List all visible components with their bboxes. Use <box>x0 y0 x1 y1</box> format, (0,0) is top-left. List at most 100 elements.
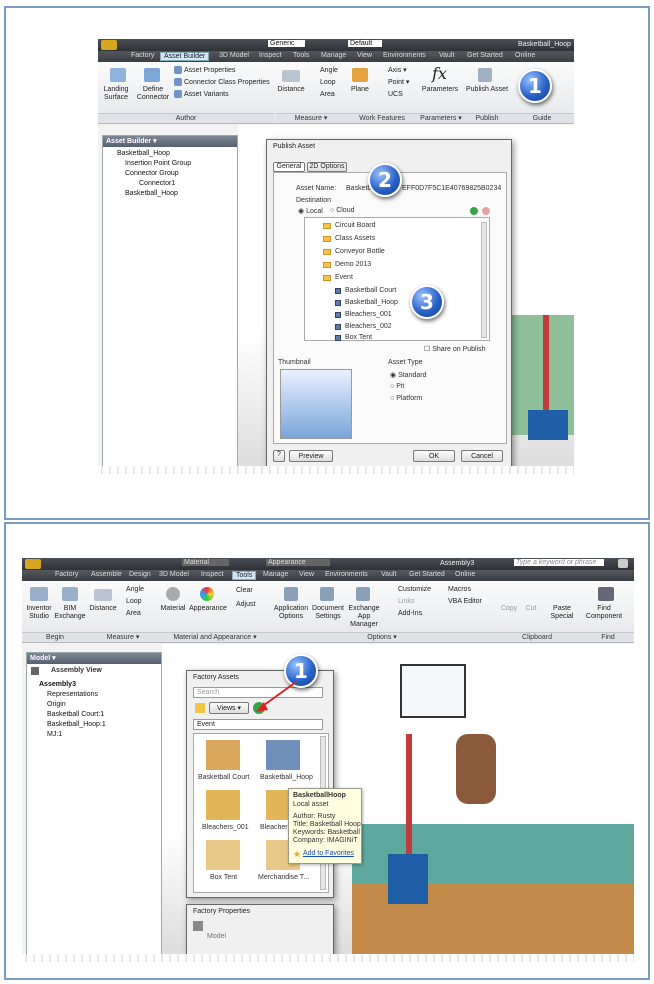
tab-tools[interactable]: Tools <box>290 52 312 59</box>
tab-3d-model[interactable]: 3D Model <box>156 571 192 578</box>
binoculars-icon[interactable] <box>618 559 628 568</box>
point-button[interactable]: Point ▾ <box>388 79 409 87</box>
adjust-button[interactable]: Adjust <box>236 601 255 609</box>
area-button[interactable]: Area <box>126 610 141 618</box>
folder-circuit-board[interactable]: Circuit Board <box>335 222 375 229</box>
plane-button[interactable]: Plane <box>346 86 374 94</box>
tab-2d-options[interactable]: 2D Options <box>307 162 347 172</box>
asset-variants-button[interactable]: Asset Variants <box>184 91 229 99</box>
folder-toolbar-icon[interactable] <box>195 703 205 713</box>
appearance-dropdown[interactable]: Appearance <box>266 559 330 566</box>
distance-button[interactable]: Distance <box>88 605 118 613</box>
tab-assemble[interactable]: Assemble <box>88 571 125 578</box>
asset-bleachers-002[interactable]: Bleachers_002 <box>345 323 392 330</box>
properties-model-tab[interactable]: Model <box>207 933 226 940</box>
area-button[interactable]: Area <box>320 91 335 99</box>
material-button[interactable]: Material <box>158 605 188 613</box>
tab-environments[interactable]: Environments <box>380 52 429 59</box>
asset-properties-button[interactable]: Asset Properties <box>184 67 235 75</box>
preset-dropdown-2[interactable]: Default <box>348 40 383 47</box>
connector-class-properties-button[interactable]: Connector Class Properties <box>184 79 270 87</box>
add-to-favorites-link[interactable]: Add to Favorites <box>303 850 354 857</box>
preset-dropdown-1[interactable]: Generic <box>268 40 305 47</box>
inventor-studio-button[interactable]: Inventor Studio <box>22 605 56 621</box>
vba-editor-button[interactable]: VBA Editor <box>448 598 482 606</box>
clear-button[interactable]: Clear <box>236 587 253 595</box>
tree-item-connector1[interactable]: Connector1 <box>139 180 175 187</box>
tab-design[interactable]: Design <box>126 571 154 578</box>
tree-item-representations[interactable]: Representations <box>47 691 98 698</box>
material-dropdown[interactable]: Material <box>182 559 229 566</box>
loop-button[interactable]: Loop <box>320 79 336 87</box>
appearance-button[interactable]: Appearance <box>188 605 228 613</box>
paste-special-button[interactable]: Paste Special <box>548 605 576 621</box>
angle-button[interactable]: Angle <box>126 586 144 594</box>
tab-vault[interactable]: Vault <box>436 52 457 59</box>
cloud-radio[interactable]: ○ Cloud <box>330 207 354 214</box>
asset-thumb-bleachers-001[interactable] <box>206 790 240 820</box>
tab-3d-model[interactable]: 3D Model <box>216 52 252 59</box>
keyword-search-input[interactable]: Type a keyword or phrase <box>514 559 605 566</box>
asset-type-standard-radio[interactable]: ◉ Standard <box>390 371 426 379</box>
tab-vault[interactable]: Vault <box>378 571 399 578</box>
define-connector-button[interactable]: Define Connector <box>134 86 172 102</box>
asset-box-tent[interactable]: Box Tent <box>345 334 372 341</box>
category-dropdown[interactable]: Event <box>193 719 323 730</box>
distance-button[interactable]: Distance <box>276 86 306 94</box>
tab-inspect[interactable]: Inspect <box>198 571 227 578</box>
copy-button[interactable]: Copy <box>500 605 518 613</box>
macros-button[interactable]: Macros <box>448 586 471 594</box>
application-options-button[interactable]: Application Options <box>272 605 310 621</box>
tree-item-basketball-hoop[interactable]: Basketball_Hoop <box>125 190 178 197</box>
tree-item-origin[interactable]: Origin <box>47 701 66 708</box>
cancel-button[interactable]: Cancel <box>461 450 503 462</box>
tab-manage[interactable]: Manage <box>318 52 349 59</box>
folder-class-assets[interactable]: Class Assets <box>335 235 375 242</box>
assembly-view-dropdown[interactable]: Assembly View <box>51 667 102 674</box>
parameters-button[interactable]: Parameters <box>418 86 462 94</box>
help-icon[interactable]: ? <box>273 450 285 462</box>
publish-asset-button[interactable]: Publish Asset <box>464 86 510 94</box>
asset-name-value[interactable]: Basketb <box>346 185 371 192</box>
axis-button[interactable]: Axis ▾ <box>388 67 407 75</box>
add-ins-button[interactable]: Add-Ins <box>398 610 422 618</box>
properties-grid-icon[interactable] <box>193 921 203 931</box>
share-on-publish-checkbox[interactable]: ☐ Share on Publish <box>424 345 486 353</box>
document-settings-button[interactable]: Document Settings <box>310 605 346 621</box>
filter-icon[interactable] <box>31 667 39 675</box>
asset-thumb-basketball-court[interactable] <box>206 740 240 770</box>
asset-type-pit-radio[interactable]: ○ Pit <box>390 383 404 390</box>
tab-get-started[interactable]: Get Started <box>464 52 506 59</box>
loop-button[interactable]: Loop <box>126 598 142 606</box>
landing-surface-button[interactable]: Landing Surface <box>100 86 132 102</box>
asset-thumb-basketball-hoop[interactable] <box>266 740 300 770</box>
bim-exchange-button[interactable]: BIM Exchange <box>54 605 86 621</box>
preview-button[interactable]: Preview <box>289 450 333 462</box>
links-button[interactable]: Links <box>398 598 414 606</box>
tab-environments[interactable]: Environments <box>322 571 371 578</box>
tab-factory[interactable]: Factory <box>128 52 157 59</box>
asset-bleachers-001[interactable]: Bleachers_001 <box>345 311 392 318</box>
tree-item-basketball-hoop[interactable]: Basketball_Hoop:1 <box>47 721 106 728</box>
tree-item-assembly3[interactable]: Assembly3 <box>39 681 76 688</box>
tab-general[interactable]: General <box>273 162 305 172</box>
views-dropdown[interactable]: Views ▾ <box>209 702 249 714</box>
tab-asset-builder[interactable]: Asset Builder <box>160 52 210 61</box>
ok-button[interactable]: OK <box>413 450 455 462</box>
asset-type-platform-radio[interactable]: ○ Platform <box>390 395 422 402</box>
local-radio[interactable]: ◉ Local <box>298 207 323 215</box>
exchange-app-manager-button[interactable]: Exchange App Manager <box>346 605 382 629</box>
folder-conveyor-bottle[interactable]: Conveyor Bottle <box>335 248 385 255</box>
add-folder-icon[interactable] <box>470 207 478 215</box>
asset-basketball-court[interactable]: Basketball Court <box>345 287 396 294</box>
tab-view[interactable]: View <box>296 571 317 578</box>
cut-button[interactable]: Cut <box>522 605 540 613</box>
tree-item-mj[interactable]: MJ:1 <box>47 731 62 738</box>
tab-manage[interactable]: Manage <box>260 571 291 578</box>
tab-inspect[interactable]: Inspect <box>256 52 285 59</box>
angle-button[interactable]: Angle <box>320 67 338 75</box>
folder-list-scrollbar[interactable] <box>481 222 487 338</box>
asset-basketball-hoop[interactable]: Basketball_Hoop <box>345 299 398 306</box>
tab-factory[interactable]: Factory <box>52 571 81 578</box>
tab-get-started[interactable]: Get Started <box>406 571 448 578</box>
